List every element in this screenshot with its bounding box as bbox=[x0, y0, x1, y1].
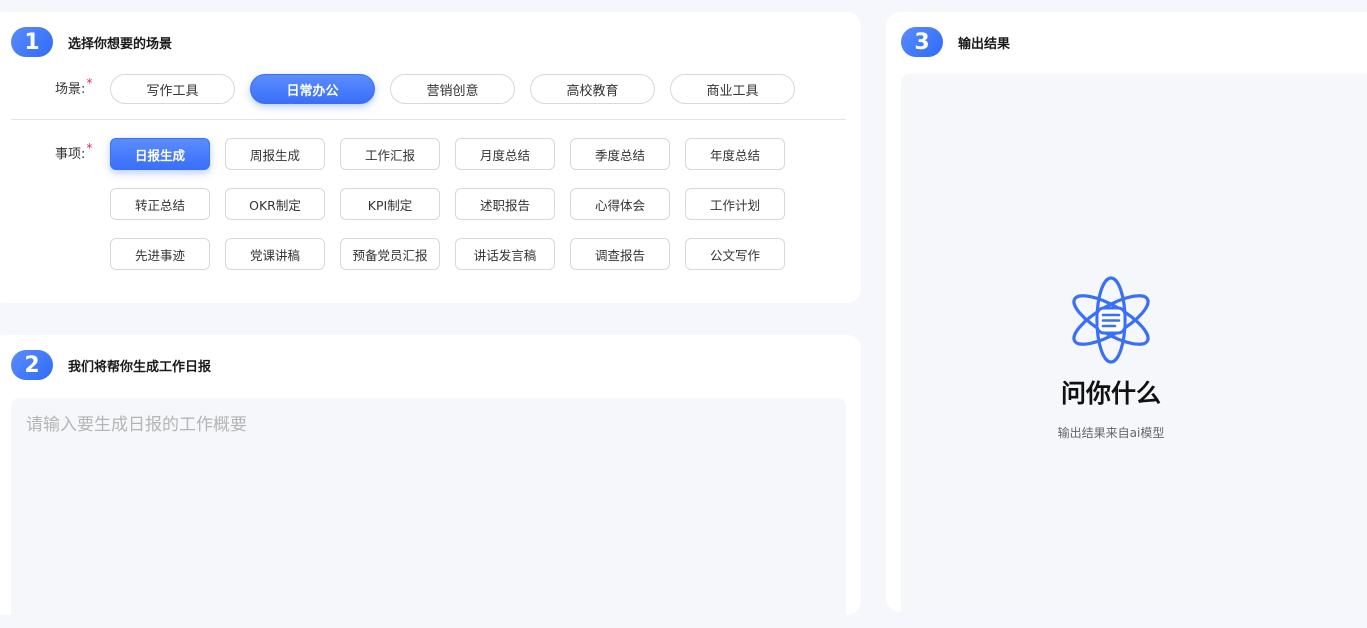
atom-chat-icon bbox=[1072, 276, 1150, 364]
scene-pill[interactable]: 营销创意 bbox=[390, 74, 515, 104]
scene-pill[interactable]: 商业工具 bbox=[670, 74, 795, 104]
empty-state: 问你什么 输出结果来自ai模型 bbox=[771, 274, 1367, 441]
scene-pill[interactable]: 写作工具 bbox=[110, 74, 235, 104]
item-chip[interactable]: 预备党员汇报 bbox=[340, 238, 440, 270]
item-chip[interactable]: 党课讲稿 bbox=[225, 238, 325, 270]
step1-title: 选择你想要的场景 bbox=[68, 36, 173, 52]
item-chip[interactable]: 工作计划 bbox=[685, 188, 785, 220]
item-chip[interactable]: 先进事迹 bbox=[110, 238, 210, 270]
scene-pill[interactable]: 日常办公 bbox=[250, 74, 375, 104]
item-chip[interactable]: 述职报告 bbox=[455, 188, 555, 220]
item-label-group: 事项:* bbox=[55, 141, 93, 162]
step2-title: 我们将帮你生成工作日报 bbox=[68, 359, 212, 375]
step2-header: 2 我们将帮你生成工作日报 bbox=[11, 350, 211, 380]
item-chip[interactable]: 讲话发言稿 bbox=[455, 238, 555, 270]
item-chip[interactable]: 公文写作 bbox=[685, 238, 785, 270]
item-chip[interactable]: 工作汇报 bbox=[340, 138, 440, 170]
output-panel: 3 输出结果 问你什么 输出结果来自ai模型 bbox=[886, 12, 1367, 614]
required-mark: * bbox=[86, 76, 93, 90]
required-mark: * bbox=[86, 141, 93, 155]
step3-badge: 3 bbox=[901, 27, 943, 57]
scene-label: 场景: bbox=[55, 82, 86, 97]
step3-title: 输出结果 bbox=[958, 36, 1011, 52]
item-chip[interactable]: 心得体会 bbox=[570, 188, 670, 220]
item-chip[interactable]: 调查报告 bbox=[570, 238, 670, 270]
empty-state-title: 问你什么 bbox=[1060, 379, 1161, 408]
input-panel: 2 我们将帮你生成工作日报 bbox=[0, 335, 861, 628]
item-chip[interactable]: 月度总结 bbox=[455, 138, 555, 170]
empty-state-subtitle: 输出结果来自ai模型 bbox=[1057, 426, 1165, 440]
step1-badge: 1 bbox=[11, 27, 53, 57]
item-chip[interactable]: KPI制定 bbox=[340, 188, 440, 220]
scene-label-group: 场景:* bbox=[55, 76, 93, 97]
step3-header: 3 输出结果 bbox=[901, 27, 1010, 57]
scene-pill[interactable]: 高校教育 bbox=[530, 74, 655, 104]
scene-selection-panel: 1 选择你想要的场景 场景:* 写作工具 日常办公 营销创意 高校教育 商业工具 事项:… bbox=[0, 12, 861, 303]
item-chip[interactable]: 日报生成 bbox=[110, 138, 210, 170]
item-chip[interactable]: 年度总结 bbox=[685, 138, 785, 170]
step1-header: 1 选择你想要的场景 bbox=[11, 27, 172, 57]
item-chip[interactable]: 周报生成 bbox=[225, 138, 325, 170]
item-chip[interactable]: OKR制定 bbox=[225, 188, 325, 220]
step2-badge: 2 bbox=[11, 350, 53, 380]
item-chip[interactable]: 转正总结 bbox=[110, 188, 210, 220]
work-summary-input[interactable] bbox=[11, 398, 846, 628]
item-label: 事项: bbox=[55, 147, 86, 162]
output-result-area: 问你什么 输出结果来自ai模型 bbox=[901, 74, 1367, 614]
item-chip[interactable]: 季度总结 bbox=[570, 138, 670, 170]
divider bbox=[11, 119, 846, 120]
